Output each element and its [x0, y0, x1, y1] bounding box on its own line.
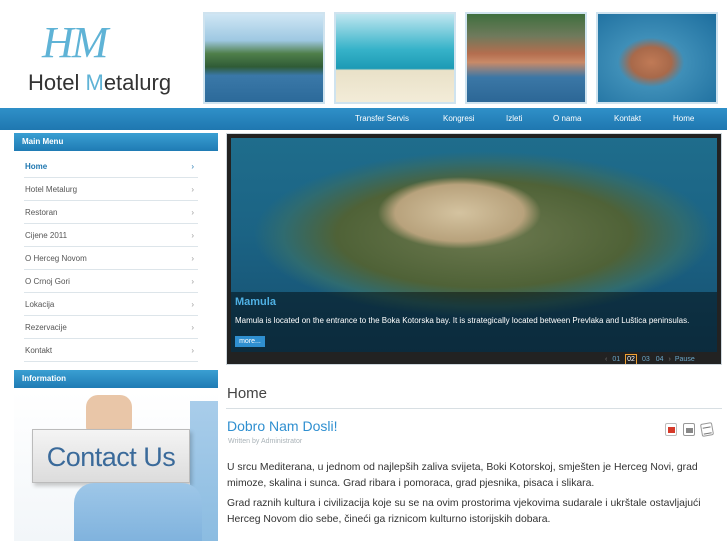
logo-name-m: M [85, 70, 104, 95]
logo-name-part2: etalurg [103, 70, 172, 95]
slide-description: Mamula is located on the entrance to the… [235, 316, 690, 325]
menu-item-label: Lokacija [25, 300, 55, 309]
header-photo-island [596, 12, 718, 104]
nav-home[interactable]: Home [673, 108, 694, 130]
print-icon[interactable] [683, 423, 695, 436]
menu-item-restoran[interactable]: Restoran › [24, 201, 198, 224]
article-paragraph-2: Grad raznih kultura i civilizacija koje … [227, 498, 701, 525]
slide-page-04[interactable]: 04 [655, 356, 665, 363]
header-photo-beach [334, 12, 456, 104]
page: HM Hotel Metalurg Transfer Servis Kongre… [0, 0, 727, 545]
header: HM Hotel Metalurg [0, 0, 727, 108]
chevron-right-icon: › [191, 323, 194, 332]
nav-kongresi[interactable]: Kongresi [443, 108, 475, 130]
logo-monogram: HM [42, 18, 108, 67]
slide-page-01[interactable]: 01 [611, 356, 621, 363]
menu-item-cijene[interactable]: Cijene 2011 › [24, 224, 198, 247]
menu-item-lokacija[interactable]: Lokacija › [24, 293, 198, 316]
nav-o-nama[interactable]: O nama [553, 108, 581, 130]
chevron-right-icon: › [191, 346, 194, 355]
menu-item-label: Home [25, 162, 48, 171]
logo-name: Hotel Metalurg [28, 70, 171, 96]
chevron-right-icon: › [191, 162, 194, 171]
header-photo-coast [203, 12, 325, 104]
pdf-icon[interactable] [665, 423, 677, 436]
menu-item-hotel-metalurg[interactable]: Hotel Metalurg › [24, 178, 198, 201]
menu-item-label: O Crnoj Gori [25, 277, 70, 286]
chevron-right-icon: › [191, 208, 194, 217]
menu-item-label: Cijene 2011 [25, 231, 68, 240]
menu-item-kontakt[interactable]: Kontakt › [24, 339, 198, 362]
contact-us-banner[interactable]: Contact Us [14, 391, 218, 541]
main-menu-heading: Main Menu [14, 133, 218, 151]
nav-transfer-servis[interactable]: Transfer Servis [355, 108, 409, 130]
contact-sign: Contact Us [32, 429, 190, 483]
menu-item-o-herceg-novom[interactable]: O Herceg Novom › [24, 247, 198, 270]
logo-name-part1: Hotel [28, 70, 86, 95]
slide-pagination: ‹ 01 02 03 04 › Pause [605, 353, 695, 364]
menu-item-o-crnoj-gori[interactable]: O Crnoj Gori › [24, 270, 198, 293]
chevron-right-icon: › [191, 300, 194, 309]
menu-item-rezervacije[interactable]: Rezervacije › [24, 316, 198, 339]
shirt-image [74, 483, 202, 541]
menu-item-label: Hotel Metalurg [25, 185, 78, 194]
slide-more-button[interactable]: more... [235, 336, 265, 347]
slideshow: Mamula Mamula is located on the entrance… [226, 133, 722, 365]
slide-page-03[interactable]: 03 [641, 356, 651, 363]
header-photo-town [465, 12, 587, 104]
article-title[interactable]: Dobro Nam Dosli! [227, 418, 337, 434]
chevron-right-icon[interactable]: › [669, 356, 671, 363]
chevron-left-icon[interactable]: ‹ [605, 356, 607, 363]
chevron-right-icon: › [191, 231, 194, 240]
slide-page-02[interactable]: 02 [625, 353, 637, 364]
main-menu: Home › Hotel Metalurg › Restoran › Cijene 2… [14, 155, 218, 362]
nav-izleti[interactable]: Izleti [506, 108, 522, 130]
hotel-logo[interactable]: HM Hotel Metalurg [28, 18, 198, 98]
menu-item-home[interactable]: Home › [24, 155, 198, 178]
email-icon[interactable] [699, 422, 715, 437]
contact-sign-text: Contact Us [46, 442, 176, 472]
page-title: Home [227, 385, 268, 402]
menu-item-label: Kontakt [25, 346, 53, 355]
nav-kontakt[interactable]: Kontakt [614, 108, 641, 130]
chevron-right-icon: › [191, 185, 194, 194]
top-nav: Transfer Servis Kongresi Izleti O nama K… [0, 108, 727, 130]
slide-title[interactable]: Mamula [235, 296, 276, 308]
slide-pause-button[interactable]: Pause [675, 356, 695, 363]
chevron-right-icon: › [191, 277, 194, 286]
article-paragraph-1: U srcu Mediterana, u jednom od najlepših… [227, 462, 698, 489]
menu-item-label: Rezervacije [25, 323, 67, 332]
article-author: Written by Administrator [228, 438, 303, 445]
hand-image [86, 395, 132, 433]
information-heading: Information [14, 370, 218, 388]
divider [226, 408, 722, 409]
chevron-right-icon: › [191, 254, 194, 263]
menu-item-label: O Herceg Novom [25, 254, 87, 263]
menu-item-label: Restoran [25, 208, 58, 217]
